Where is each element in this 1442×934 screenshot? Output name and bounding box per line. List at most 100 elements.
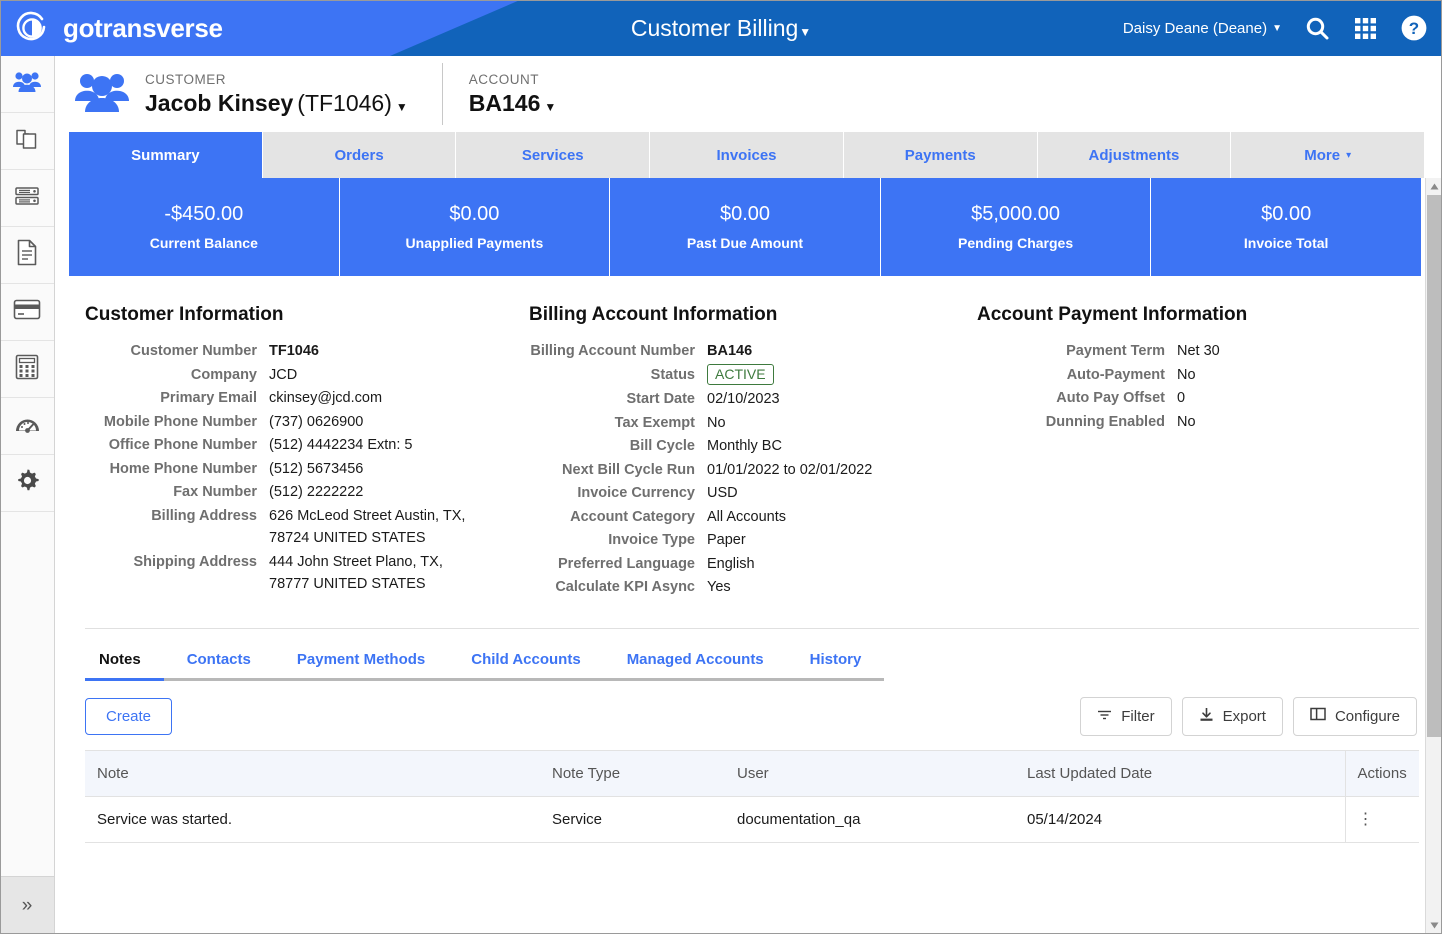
subtab-label: Notes <box>99 650 141 668</box>
section-divider <box>85 627 1419 629</box>
cell-user: documentation_qa <box>725 796 1015 843</box>
search-icon[interactable] <box>1304 15 1331 42</box>
field-value: (512) 4442234 Extn: 5 <box>269 437 413 453</box>
kpi-past-due-amount[interactable]: $0.00 Past Due Amount <box>610 178 881 276</box>
field-value: (512) 5673456 <box>269 460 364 477</box>
subtab-label: Payment Methods <box>296 650 426 668</box>
sidebar-item-settings[interactable] <box>0 455 54 512</box>
field-value: BA146 <box>707 343 753 359</box>
subtab-child-accounts[interactable]: Child Accounts <box>448 645 604 681</box>
table-row[interactable]: Service was started. Service documentati… <box>85 796 1419 843</box>
subtab-label: Child Accounts <box>471 650 581 668</box>
customer-context: CUSTOMER Jacob Kinsey (TF1046) ▼ <box>145 72 408 117</box>
kpi-unapplied-payments[interactable]: $0.00 Unapplied Payments <box>339 178 611 276</box>
column-header-last-updated-date[interactable]: Last Updated Date <box>1015 749 1345 797</box>
field-value: Yes <box>707 579 731 595</box>
field-label: Dunning Enabled <box>1045 413 1165 430</box>
info-row: Auto-Payment No <box>977 364 1413 387</box>
column-header-user[interactable]: User <box>725 749 1015 797</box>
brand-logo-area[interactable]: gotransverse <box>14 10 223 46</box>
sidebar-expand-button[interactable]: » <box>0 876 54 934</box>
field-value: 01/01/2022 to 02/01/2022 <box>707 461 873 478</box>
tab-payments[interactable]: Payments <box>843 132 1038 178</box>
scrollbar-track[interactable] <box>1426 195 1442 917</box>
kebab-menu-icon[interactable]: ⋮ <box>1358 811 1374 827</box>
calculator-icon <box>15 354 39 385</box>
field-label: Calculate KPI Async <box>555 579 695 595</box>
field-label: Customer Number <box>130 343 258 359</box>
field-value: 444 John Street Plano, TX, 78777 UNITED … <box>269 553 443 593</box>
vertical-scrollbar[interactable] <box>1425 178 1442 934</box>
apps-grid-icon[interactable] <box>1353 16 1378 41</box>
tab-label: More <box>1304 146 1341 164</box>
tab-more[interactable]: More ▾ <box>1231 132 1425 178</box>
tab-services[interactable]: Services <box>456 132 651 178</box>
filter-button[interactable]: Filter <box>1080 696 1172 736</box>
account-label: ACCOUNT <box>468 71 540 87</box>
customer-selector[interactable]: Jacob Kinsey (TF1046) ▼ <box>145 90 408 117</box>
subtab-payment-methods[interactable]: Payment Methods <box>273 645 449 681</box>
create-button[interactable]: Create <box>85 697 173 735</box>
invoice-document-icon <box>16 239 38 271</box>
sidebar-item-products[interactable] <box>0 113 54 170</box>
customer-number: (TF1046) <box>297 89 392 116</box>
tab-orders[interactable]: Orders <box>262 132 457 178</box>
account-payment-information-panel: Account Payment Information Payment Term… <box>965 304 1413 600</box>
field-label: Invoice Currency <box>577 485 695 501</box>
info-row: Invoice Type Paper <box>529 529 965 552</box>
kpi-invoice-total[interactable]: $0.00 Invoice Total <box>1151 178 1421 276</box>
kpi-value: -$450.00 <box>164 203 244 225</box>
tab-summary[interactable]: Summary <box>69 132 263 178</box>
dashboard-gauge-icon <box>14 413 41 440</box>
sidebar-item-payments[interactable] <box>0 284 54 341</box>
sidebar-item-dashboard[interactable] <box>0 398 54 455</box>
info-row: Customer Number TF1046 <box>85 340 517 363</box>
help-circle-icon[interactable]: ? <box>1400 14 1428 42</box>
scrollbar-thumb[interactable] <box>1426 195 1442 737</box>
field-value: USD <box>707 485 738 501</box>
kpi-current-balance[interactable]: -$450.00 Current Balance <box>69 178 340 276</box>
subtab-notes[interactable]: Notes <box>85 645 164 681</box>
field-label: Status <box>650 366 695 383</box>
tab-label: Summary <box>131 146 200 164</box>
summary-content: -$450.00 Current Balance $0.00 Unapplied… <box>69 178 1425 934</box>
kpi-pending-charges[interactable]: $5,000.00 Pending Charges <box>880 178 1152 276</box>
customer-information-panel: Customer Information Customer Number TF10… <box>69 304 517 600</box>
sidebar-item-servers[interactable] <box>0 170 54 227</box>
tab-label: Invoices <box>716 146 777 164</box>
column-header-note-type[interactable]: Note Type <box>540 749 725 797</box>
column-header-note[interactable]: Note <box>85 749 540 797</box>
download-icon <box>1199 707 1214 726</box>
cell-note-type: Service <box>540 796 725 843</box>
sidebar-item-customers[interactable] <box>0 56 54 113</box>
field-value: TF1046 <box>269 343 319 359</box>
configure-button[interactable]: Configure <box>1292 696 1417 736</box>
info-row: Payment Term Net 30 <box>977 340 1413 363</box>
scroll-up-arrow[interactable] <box>1426 178 1442 195</box>
tab-invoices[interactable]: Invoices <box>650 132 844 178</box>
subtab-contacts[interactable]: Contacts <box>163 645 274 681</box>
info-row: Company JCD <box>85 364 517 387</box>
export-button[interactable]: Export <box>1181 696 1283 736</box>
account-selector[interactable]: BA146 ▼ <box>469 90 557 117</box>
subtab-label: Managed Accounts <box>626 650 764 668</box>
sidebar-item-invoices[interactable] <box>0 227 54 284</box>
rail-spacer <box>0 512 54 876</box>
panel-title: Account Payment Information <box>977 304 1248 325</box>
sidebar-item-calculator[interactable] <box>0 341 54 398</box>
tab-adjustments[interactable]: Adjustments <box>1037 132 1232 178</box>
field-label: Auto Pay Offset <box>1056 390 1165 406</box>
subtab-managed-accounts[interactable]: Managed Accounts <box>603 645 787 681</box>
payments-credit-card-icon <box>13 299 41 325</box>
scroll-down-arrow[interactable] <box>1426 917 1442 934</box>
field-label: Start Date <box>626 391 696 407</box>
field-label: Company <box>190 366 257 383</box>
user-menu[interactable]: Daisy Deane (Deane) ▼ <box>1123 20 1282 37</box>
field-label: Primary Email <box>160 390 257 406</box>
subtab-history[interactable]: History <box>786 645 885 681</box>
kpi-label: Unapplied Payments <box>405 235 544 251</box>
info-row: Mobile Phone Number (737) 0626900 <box>85 411 517 434</box>
chevron-down-icon: ▼ <box>544 99 557 114</box>
kpi-value: $5,000.00 <box>971 203 1061 225</box>
field-value: No <box>707 414 726 431</box>
